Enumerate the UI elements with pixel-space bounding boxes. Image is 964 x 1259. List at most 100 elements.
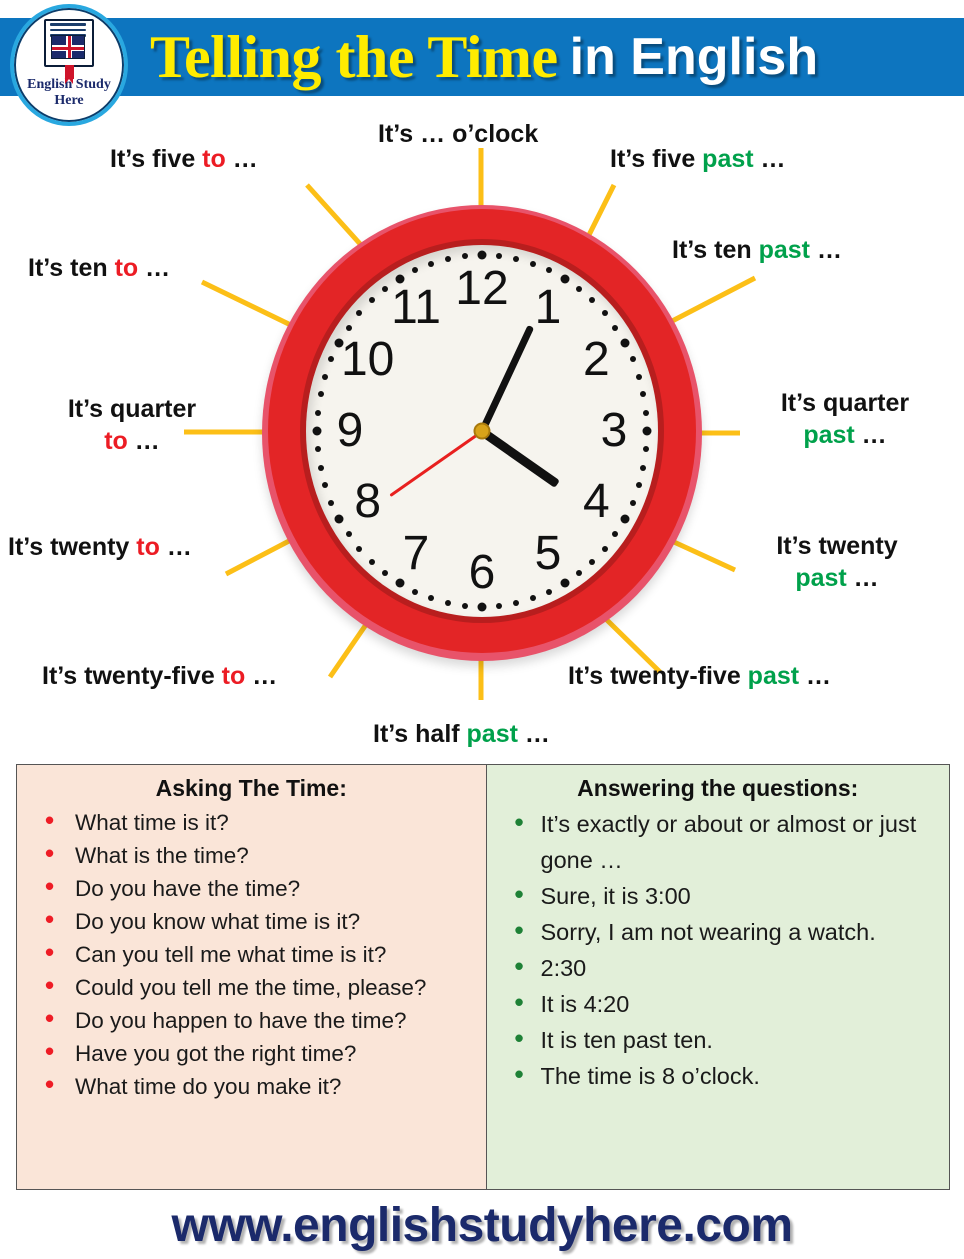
callout-ten-past-keyword: past — [758, 236, 810, 264]
clock-minute-dot — [382, 570, 388, 577]
asking-list-item: What is the time? — [23, 837, 480, 872]
asking-list-item: Can you tell me what time is it? — [23, 936, 480, 971]
clock-minute-dot — [428, 260, 434, 267]
clock-minute-dot — [356, 310, 363, 317]
clock-minute-dot — [640, 391, 647, 398]
clock-minute-dot — [575, 285, 582, 292]
header-bar: Telling the Time in English — [0, 18, 964, 96]
clock-minute-dot — [461, 603, 468, 610]
clock-center-cap — [473, 422, 491, 440]
callout-half-past: It’s half past … — [373, 718, 550, 750]
clock-minute-dot — [461, 252, 468, 259]
asking-panel: Asking The Time: What time is it?What is… — [17, 765, 487, 1189]
clock-minute-dot — [317, 464, 324, 471]
answering-panel: Answering the questions: It’s exactly or… — [486, 765, 949, 1189]
clock-minute-dot — [368, 297, 375, 304]
asking-list-item: Do you happen to have the time? — [23, 1002, 480, 1037]
clock-minute-dot — [395, 274, 404, 284]
clock-minute-dot — [314, 409, 321, 416]
callout-twentyfive-past-keyword: past — [747, 662, 800, 690]
callout-twentyfive-to: It’s twenty-five to … — [42, 660, 277, 692]
callout-twenty-past-keyword: past — [795, 564, 847, 592]
callout-five-past-prefix: It’s five — [610, 145, 703, 173]
book-icon — [44, 19, 94, 84]
clock-minute-dot — [546, 588, 553, 595]
clock-minute-dot — [529, 595, 536, 602]
site-logo: English Study Here — [10, 4, 128, 126]
clock-minute-dot — [345, 324, 352, 331]
clock-minute-dot — [635, 482, 642, 489]
callout-twentyfive-past-suffix: … — [799, 662, 832, 690]
callout-quarter-past: It’s quarter past … — [750, 387, 940, 451]
bookmark-icon — [65, 65, 74, 84]
callout-quarter-past-keyword: past — [803, 421, 855, 449]
clock-minute-dot — [575, 570, 582, 577]
clock-minute-dot — [546, 267, 553, 274]
callout-ten-past-prefix: It’s ten — [672, 236, 759, 264]
asking-list-item: Have you got the right time? — [23, 1035, 480, 1070]
callout-twenty-to-suffix: … — [159, 533, 192, 561]
callout-twentyfive-past-prefix: It’s twenty-five — [568, 662, 748, 690]
callout-ten-to-suffix: … — [138, 254, 171, 282]
answering-title: Answering the questions: — [577, 775, 859, 801]
clock-minute-dot — [612, 531, 619, 538]
callout-ten-to: It’s ten to … — [28, 252, 170, 284]
clock-minute-dot — [322, 482, 329, 489]
callout-half-past-suffix: … — [517, 720, 550, 748]
clock-minute-dot — [589, 558, 596, 565]
callout-twentyfive-to-prefix: It’s twenty-five — [42, 662, 222, 690]
clock-minute-dot — [477, 602, 487, 612]
answering-list-item: Sorry, I am not wearing a watch. — [493, 912, 944, 950]
callout-five-to-suffix: … — [225, 145, 258, 173]
clock-minute-dot — [334, 514, 344, 524]
asking-list-item: What time do you make it? — [23, 1068, 480, 1103]
asking-list-item: Could you tell me the time, please? — [23, 969, 480, 1004]
callout-twenty-past: It’s twenty past … — [742, 530, 932, 594]
callout-half-past-keyword: past — [466, 720, 518, 748]
clock-minute-dot — [411, 267, 418, 274]
asking-title: Asking The Time: — [155, 775, 347, 801]
clock-minute-dot — [496, 252, 503, 259]
clock-minute-dot — [356, 545, 363, 552]
clock-minute-dot — [513, 600, 520, 607]
answering-list: It’s exactly or about or almost or just … — [493, 804, 944, 1094]
callout-five-past: It’s five past … — [610, 143, 786, 175]
answering-list-item: Sure, it is 3:00 — [493, 876, 944, 914]
clock-minute-dot — [477, 250, 487, 260]
clock-minute-dot — [601, 545, 608, 552]
clock-minute-dot — [513, 255, 520, 262]
clock-minute-dot — [496, 603, 503, 610]
callout-twenty-to-keyword: to — [136, 533, 160, 561]
clock-minute-dot — [444, 255, 451, 262]
callout-ten-to-prefix: It’s ten — [28, 254, 115, 282]
logo-line-2: Here — [54, 93, 84, 108]
clock-minute-dot — [314, 446, 321, 453]
clock-minute-dot — [368, 558, 375, 565]
clock-minute-dot — [317, 391, 324, 398]
clock-minute-dot — [411, 588, 418, 595]
asking-list-item: Do you know what time is it? — [23, 903, 480, 938]
answering-list-item: It is ten past ten. — [493, 1020, 944, 1058]
clock-minute-dot — [322, 373, 329, 380]
callout-twenty-past-line1: It’s twenty — [776, 532, 898, 560]
callout-five-past-keyword: past — [702, 145, 754, 173]
clock-minute-dot — [629, 499, 636, 506]
callout-twenty-to-prefix: It’s twenty — [8, 533, 137, 561]
clock-minute-dot — [629, 356, 636, 363]
clock-face: 12 1 2 3 4 5 6 7 8 9 10 11 — [306, 245, 658, 617]
page-title-main: Telling the Time — [150, 23, 558, 90]
answering-list-item: 2:30 — [493, 948, 944, 986]
callout-ten-past-suffix: … — [810, 236, 842, 264]
callout-twenty-past-suffix: … — [846, 564, 879, 592]
callout-five-to-keyword: to — [202, 145, 226, 173]
callout-twentyfive-past: It’s twenty-five past … — [568, 660, 831, 692]
page-title: Telling the Time in English — [150, 18, 964, 96]
footer: www.englishstudyhere.com — [0, 1194, 964, 1256]
clock-minute-dot — [601, 310, 608, 317]
callout-twentyfive-to-suffix: … — [245, 662, 278, 690]
clock-minute-dot — [612, 324, 619, 331]
answering-list-item: It’s exactly or about or almost or just … — [493, 804, 944, 878]
clock-minute-dot — [635, 373, 642, 380]
callout-oclock: It’s … o’clock — [378, 118, 538, 150]
clock-minute-dot — [395, 578, 404, 588]
